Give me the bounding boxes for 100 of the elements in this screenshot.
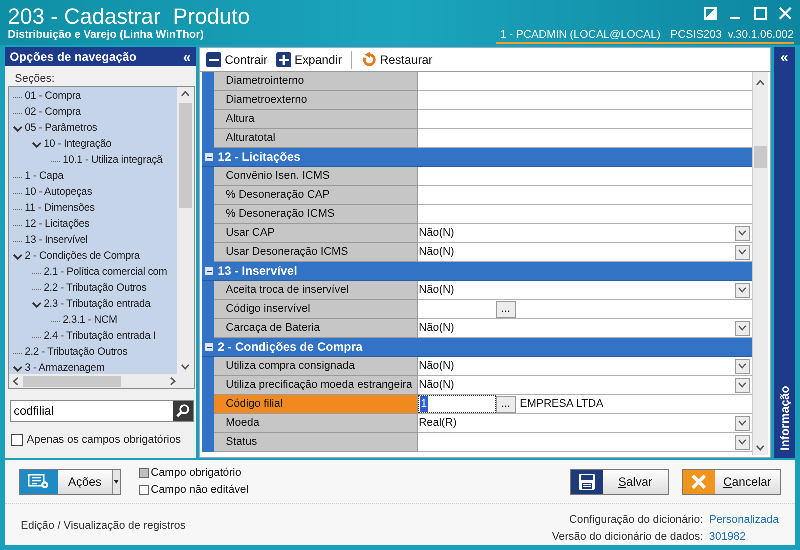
- property-label[interactable]: Utiliza precificação moeda estrangeira: [214, 376, 418, 395]
- vertical-scrollbar[interactable]: [752, 72, 768, 455]
- chevron-down-icon: [738, 382, 748, 388]
- info-label: Configuração do dicionário:: [568, 513, 704, 528]
- scrollbar-thumb[interactable]: [179, 103, 192, 208]
- tree-item[interactable]: 12 - Licitações: [25, 217, 90, 233]
- section-label: Seções:: [14, 72, 56, 86]
- tree-item[interactable]: 01 - Compra: [25, 89, 82, 105]
- chevron-down-icon: [738, 287, 748, 293]
- row-gutter: [202, 167, 214, 186]
- collapse-button[interactable]: «: [183, 50, 192, 64]
- scrollbar-thumb[interactable]: [754, 146, 768, 168]
- tree-item[interactable]: 2.2 - Tributação Outros: [44, 281, 147, 297]
- search-button[interactable]: [173, 401, 193, 421]
- search-field[interactable]: codfilial: [10, 400, 194, 422]
- property-label[interactable]: Diametrointerno: [214, 72, 418, 91]
- minus-square-icon: [206, 52, 222, 68]
- property-label[interactable]: Código inservível: [214, 300, 418, 319]
- property-label[interactable]: Usar Desoneração ICMS: [214, 243, 418, 262]
- tree-item[interactable]: 2 - Condições de Compra: [25, 249, 140, 265]
- row-gutter: [202, 433, 214, 452]
- panel-title: Informação: [776, 386, 793, 451]
- expanded-chevron-icon[interactable]: [13, 252, 23, 262]
- tree-item[interactable]: 1 - Capa: [25, 169, 64, 185]
- row-gutter: [202, 281, 214, 300]
- toolbar-button[interactable]: Contrair: [204, 50, 270, 70]
- window-subtitle: Distribuição e Varejo (Linha WinThor): [8, 28, 204, 42]
- dropdown-field[interactable]: Não(N): [418, 224, 752, 243]
- restore-window-icon[interactable]: [704, 7, 717, 20]
- input-field[interactable]: 1: [418, 395, 496, 413]
- expanded-chevron-icon[interactable]: [13, 124, 23, 134]
- tree-item[interactable]: 2.2 - Tributação Outros: [25, 345, 128, 361]
- property-label[interactable]: Usar CAP: [214, 224, 418, 243]
- property-label[interactable]: Status: [214, 433, 418, 452]
- window-title: 203 - Cadastrar Produto: [8, 4, 250, 30]
- collapse-icon[interactable]: [205, 152, 214, 162]
- dropdown-field[interactable]: Não(N): [418, 376, 752, 395]
- expanded-chevron-icon[interactable]: [32, 300, 42, 310]
- property-label[interactable]: Alturatotal: [214, 129, 418, 148]
- property-label[interactable]: Utiliza compra consignada: [214, 357, 418, 376]
- actions-button[interactable]: Ações: [20, 470, 112, 494]
- chevron-down-icon: [738, 363, 748, 369]
- expand-button[interactable]: «: [780, 50, 788, 64]
- property-label[interactable]: Carcaça de Bateria: [214, 319, 418, 338]
- version-info: PCSIS203 v.30.1.06.002: [670, 29, 794, 41]
- user-info: 1 - PCADMIN (LOCAL@LOCAL): [500, 29, 661, 41]
- dropdown-field[interactable]: Real(R): [418, 414, 752, 433]
- tree-item[interactable]: 2.4 - Tributação entrada I: [44, 329, 156, 345]
- vertical-scrollbar[interactable]: [177, 87, 194, 374]
- tree-item[interactable]: 2.3.1 - NCM: [63, 313, 118, 329]
- scrollbar-thumb[interactable]: [23, 376, 121, 386]
- tree-item[interactable]: 10 - Autopeças: [25, 185, 92, 201]
- legend-label: Campo não editável: [151, 483, 249, 498]
- maximize-icon[interactable]: [754, 7, 767, 20]
- dropdown-field[interactable]: Não(N): [418, 281, 752, 300]
- tree-item[interactable]: 02 - Compra: [25, 105, 82, 121]
- property-label[interactable]: % Desoneração ICMS: [214, 205, 418, 224]
- browse-button[interactable]: ...: [496, 300, 516, 318]
- tree-item[interactable]: 2.3 - Tributação entrada: [44, 297, 151, 313]
- property-label[interactable]: Altura: [214, 110, 418, 129]
- expanded-chevron-icon[interactable]: [13, 364, 23, 374]
- search-input[interactable]: codfilial: [11, 401, 173, 421]
- tree-item[interactable]: 10 - Integração: [44, 137, 112, 153]
- tree-item[interactable]: 05 - Parâmetros: [25, 121, 98, 137]
- expanded-chevron-icon[interactable]: [32, 140, 42, 150]
- dropdown-field[interactable]: [418, 433, 752, 452]
- toolbar-button[interactable]: Expandir: [274, 50, 344, 70]
- property-label[interactable]: Convênio Isen. ICMS: [214, 167, 418, 186]
- close-icon[interactable]: [779, 7, 792, 20]
- toolbar-button[interactable]: Restaurar: [359, 50, 435, 70]
- row-gutter: [202, 357, 214, 376]
- dialog-button[interactable]: Cancelar: [682, 468, 781, 494]
- tree-item[interactable]: 3 - Armazenagem: [25, 361, 105, 374]
- browse-button[interactable]: ...: [496, 396, 516, 412]
- collapse-icon[interactable]: [205, 342, 214, 352]
- tree-item[interactable]: 11 - Dimensões: [25, 201, 95, 217]
- section-header[interactable]: 12 - Licitações: [202, 148, 752, 167]
- checkbox-label: Apenas os campos obrigatórios: [27, 433, 182, 448]
- property-label[interactable]: Aceita troca de inservível: [214, 281, 418, 300]
- section-title: 2 - Condições de Compra: [218, 339, 363, 356]
- chevron-down-icon: [738, 439, 748, 445]
- dropdown-button[interactable]: [112, 470, 120, 494]
- tree-item[interactable]: 13 - Inservível: [25, 233, 88, 249]
- section-title: 13 - Inservível: [218, 263, 298, 280]
- property-label[interactable]: Diametroexterno: [214, 91, 418, 110]
- collapse-icon[interactable]: [205, 266, 214, 276]
- tree-item[interactable]: 10.1 - Utiliza integraçã: [63, 153, 163, 169]
- property-label[interactable]: Código filial: [214, 395, 418, 414]
- legend-label: Campo obrigatório: [151, 466, 242, 480]
- property-label[interactable]: Moeda: [214, 414, 418, 433]
- section-header[interactable]: 2 - Condições de Compra: [202, 338, 752, 357]
- search-icon: [176, 404, 190, 418]
- property-label[interactable]: % Desoneração CAP: [214, 186, 418, 205]
- section-header[interactable]: 13 - Inservível: [202, 262, 752, 281]
- info-label: Versão do dicionário de dados:: [552, 530, 704, 544]
- checkbox[interactable]: [11, 434, 23, 446]
- section-title: 12 - Licitações: [218, 149, 301, 166]
- tree-item[interactable]: 2.1 - Política comercial com: [44, 265, 168, 281]
- dropdown-field[interactable]: Não(N): [418, 357, 752, 376]
- dialog-button[interactable]: Salvar: [570, 468, 669, 494]
